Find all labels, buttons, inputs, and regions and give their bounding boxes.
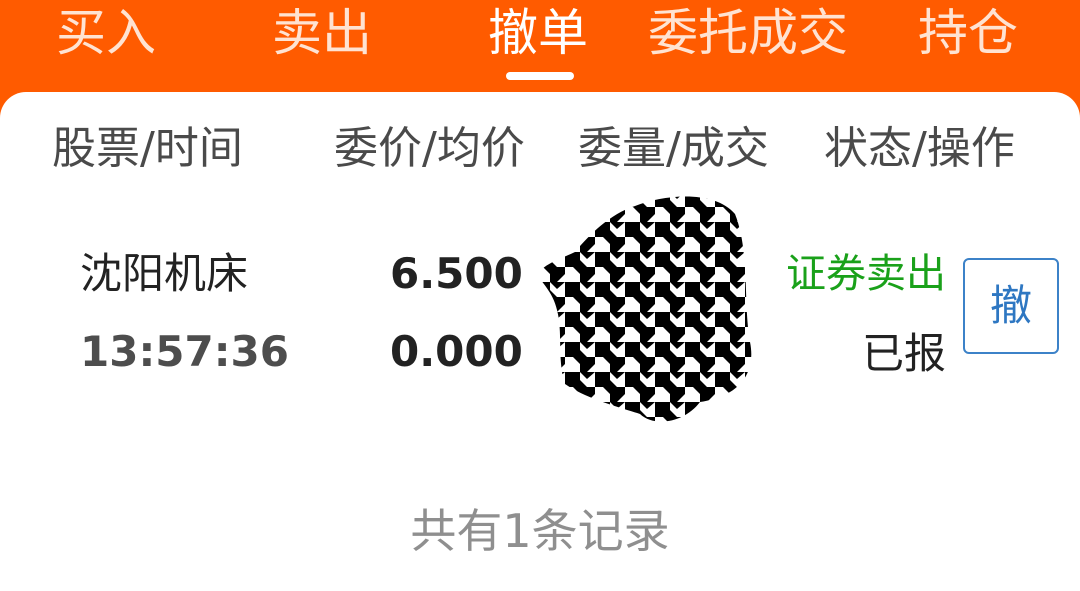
tab-buy[interactable]: 买入 [56,4,156,62]
tab-cancel-order[interactable]: 撤单 [488,4,588,62]
order-type: 证券卖出 [786,251,946,297]
tab-sell[interactable]: 卖出 [272,4,372,62]
column-header-status-action: 状态/操作 [824,123,1015,174]
cancel-order-button[interactable]: 撤 [963,258,1059,354]
order-price: 6.500 [390,249,523,298]
record-count: 共有1条记录 [410,504,670,558]
column-header-qty-deal: 委量/成交 [578,123,769,174]
column-header-price-avg: 委价/均价 [334,123,525,174]
order-status: 已报 [861,329,946,378]
column-header-stock-time: 股票/时间 [52,123,243,174]
top-tab-bar: 买入 卖出 撤单 委托成交 持仓 [0,0,1080,92]
active-tab-indicator [506,72,574,80]
tab-positions[interactable]: 持仓 [918,4,1018,62]
tab-orders-and-deals[interactable]: 委托成交 [648,4,848,62]
stock-name: 沈阳机床 [80,249,249,298]
order-time: 13:57:36 [80,327,289,376]
redaction-mark [537,196,752,422]
average-price: 0.000 [390,327,523,376]
